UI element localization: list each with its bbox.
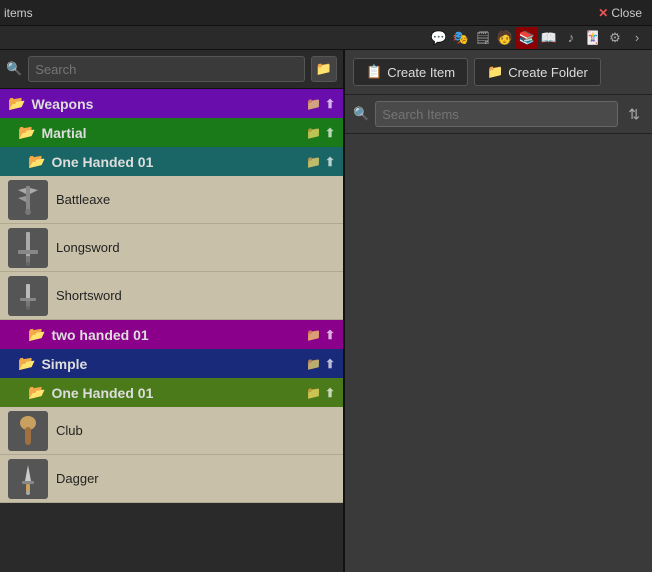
item-thumb-longsword [8, 228, 48, 268]
close-x-icon: ✕ [598, 6, 608, 20]
create-folder-small-button[interactable]: 📁 [311, 56, 337, 82]
one-handed-1-label: One Handed 01 [51, 154, 300, 170]
one-handed-1-import-icon[interactable]: 📁 [306, 155, 321, 169]
collapse-icon[interactable]: › [626, 27, 648, 49]
two-handed-export-icon[interactable]: ⬆ [325, 328, 335, 342]
icon-toolbar: 💬 🎭 🗒 🧑 📚 📖 ♪ 🃏 ⚙ › [0, 26, 652, 50]
category-one-handed-1[interactable]: 📂 One Handed 01 📁 ⬆ [0, 147, 343, 176]
item-thumb-battleaxe [8, 180, 48, 220]
two-handed-label: two handed 01 [51, 327, 300, 343]
one-handed-2-export-icon[interactable]: ⬆ [325, 386, 335, 400]
item-thumb-club [8, 411, 48, 451]
martial-actions: 📁 ⬆ [306, 126, 335, 140]
window-title: items [4, 6, 592, 20]
item-thumb-dagger [8, 459, 48, 499]
category-simple[interactable]: 📂 Simple 📁 ⬆ [0, 349, 343, 378]
martial-label: Martial [41, 125, 300, 141]
create-item-icon: 📋 [366, 64, 382, 80]
sort-icon[interactable]: ⇅ [624, 104, 644, 125]
category-weapons[interactable]: 📂 Weapons 📁 ⬆ [0, 89, 343, 118]
right-search-bar: 🔍 ⇅ [345, 95, 652, 134]
people-icon[interactable]: 🎭 [450, 27, 472, 49]
main-content: 🔍 📁 📂 Weapons 📁 ⬆ 📂 Martial 📁 ⬆ [0, 50, 652, 572]
right-toolbar: 📋 Create Item 📁 Create Folder [345, 50, 652, 95]
category-one-handed-2[interactable]: 📂 One Handed 01 📁 ⬆ [0, 378, 343, 407]
list-item[interactable]: Shortsword [0, 272, 343, 320]
item-thumb-shortsword [8, 276, 48, 316]
folder-icon: 📂 [18, 124, 35, 141]
item-name-shortsword: Shortsword [56, 288, 122, 303]
close-label: Close [611, 6, 642, 20]
simple-label: Simple [41, 356, 300, 372]
create-folder-button[interactable]: 📁 Create Folder [474, 58, 601, 86]
item-name-longsword: Longsword [56, 240, 120, 255]
top-bar: items ✕ Close [0, 0, 652, 26]
one-handed-2-label: One Handed 01 [51, 385, 300, 401]
one-handed-2-items: Club Dagger [0, 407, 343, 503]
one-handed-1-items: Battleaxe Longsword [0, 176, 343, 320]
settings-icon[interactable]: ⚙ [604, 27, 626, 49]
two-handed-import-icon[interactable]: 📁 [306, 328, 321, 342]
left-scroll-area[interactable]: 📂 Weapons 📁 ⬆ 📂 Martial 📁 ⬆ 📂 One H [0, 89, 343, 572]
item-name-club: Club [56, 423, 83, 438]
map-icon[interactable]: 🗒 [472, 27, 494, 49]
journal-icon[interactable]: 📖 [538, 27, 560, 49]
create-item-button[interactable]: 📋 Create Item [353, 58, 468, 86]
simple-actions: 📁 ⬆ [306, 357, 335, 371]
weapons-actions: 📁 ⬆ [306, 97, 335, 111]
chat-icon[interactable]: 💬 [428, 27, 450, 49]
left-search-bar: 🔍 📁 [0, 50, 343, 89]
weapons-import-icon[interactable]: 📁 [306, 97, 321, 111]
list-item[interactable]: Dagger [0, 455, 343, 503]
right-content-area [345, 134, 652, 572]
weapons-label: Weapons [31, 96, 300, 112]
left-panel: 🔍 📁 📂 Weapons 📁 ⬆ 📂 Martial 📁 ⬆ [0, 50, 345, 572]
martial-import-icon[interactable]: 📁 [306, 126, 321, 140]
create-folder-label: Create Folder [508, 65, 587, 80]
music-icon[interactable]: ♪ [560, 27, 582, 49]
search-input[interactable] [28, 56, 305, 82]
weapons-export-icon[interactable]: ⬆ [325, 97, 335, 111]
folder-icon: 📂 [28, 326, 45, 343]
create-item-label: Create Item [387, 65, 455, 80]
close-button[interactable]: ✕ Close [592, 4, 648, 22]
right-search-icon: 🔍 [353, 106, 369, 122]
cards-icon[interactable]: 🃏 [582, 27, 604, 49]
one-handed-1-export-icon[interactable]: ⬆ [325, 155, 335, 169]
list-item[interactable]: Club [0, 407, 343, 455]
one-handed-2-actions: 📁 ⬆ [306, 386, 335, 400]
folder-icon: 📂 [18, 355, 35, 372]
simple-export-icon[interactable]: ⬆ [325, 357, 335, 371]
folder-icon: 📂 [28, 384, 45, 401]
simple-import-icon[interactable]: 📁 [306, 357, 321, 371]
list-item[interactable]: Longsword [0, 224, 343, 272]
one-handed-1-actions: 📁 ⬆ [306, 155, 335, 169]
right-panel: 📋 Create Item 📁 Create Folder 🔍 ⇅ [345, 50, 652, 572]
folder-icon: 📂 [28, 153, 45, 170]
one-handed-2-import-icon[interactable]: 📁 [306, 386, 321, 400]
category-two-handed[interactable]: 📂 two handed 01 📁 ⬆ [0, 320, 343, 349]
actors-icon[interactable]: 🧑 [494, 27, 516, 49]
two-handed-actions: 📁 ⬆ [306, 328, 335, 342]
martial-export-icon[interactable]: ⬆ [325, 126, 335, 140]
folder-icon: 📂 [8, 95, 25, 112]
item-name-dagger: Dagger [56, 471, 99, 486]
item-name-battleaxe: Battleaxe [56, 192, 110, 207]
category-martial[interactable]: 📂 Martial 📁 ⬆ [0, 118, 343, 147]
search-icon: 🔍 [6, 61, 22, 77]
list-item[interactable]: Battleaxe [0, 176, 343, 224]
right-search-input[interactable] [375, 101, 618, 127]
create-folder-icon: 📁 [487, 64, 503, 80]
items-icon[interactable]: 📚 [516, 27, 538, 49]
